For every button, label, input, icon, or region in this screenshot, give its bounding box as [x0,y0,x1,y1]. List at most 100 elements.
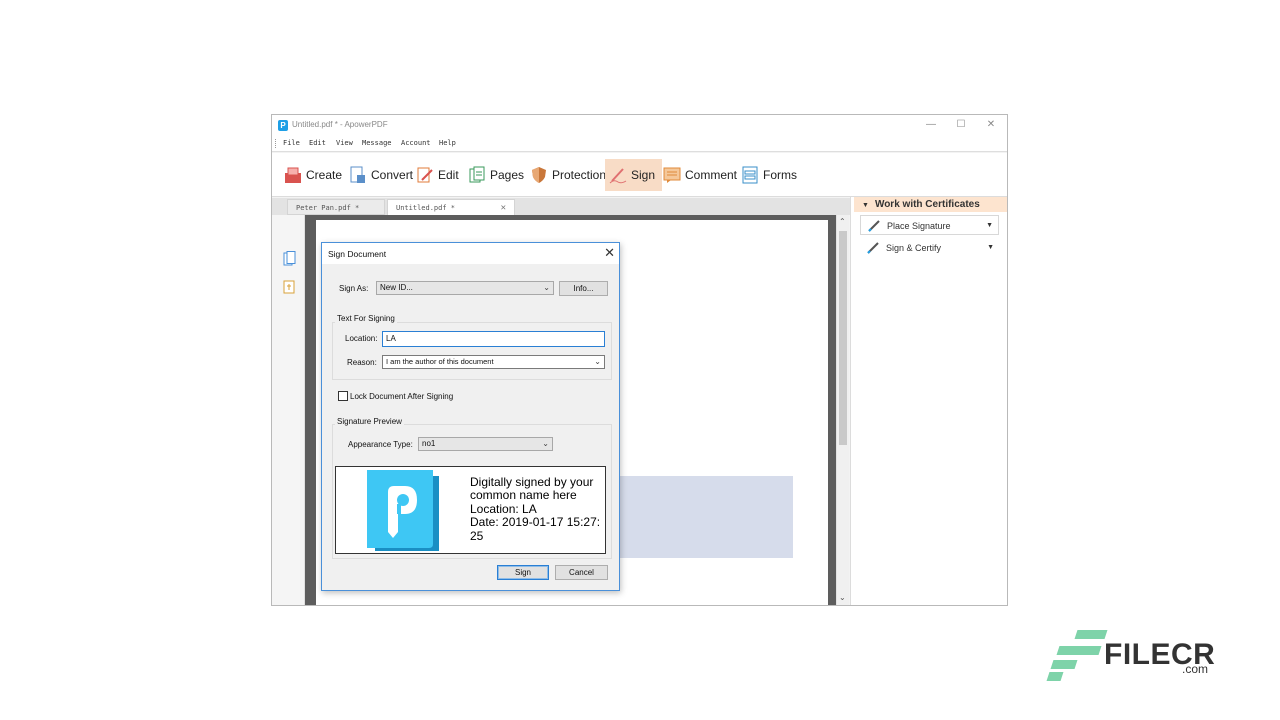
comment-label: Comment [685,168,737,182]
edit-label: Edit [438,168,459,182]
create-label: Create [306,168,342,182]
location-label: Location: [345,334,377,343]
panel-header-label: Work with Certificates [875,199,980,210]
sign-right-panel: ▼ Work with Certificates Place Signature … [850,197,1008,606]
work-with-certificates-header[interactable]: ▼ Work with Certificates [854,197,1007,212]
forms-label: Forms [763,168,797,182]
pages-button[interactable]: Pages [468,159,524,191]
menu-file[interactable]: File [283,139,300,147]
apowerpdf-logo-icon [367,470,439,551]
document-tabs: Peter Pan.pdf * Untitled.pdf * ✕ [272,198,850,215]
signature-preview-text: Digitally signed by your common name her… [470,476,605,543]
info-button[interactable]: Info... [559,281,608,296]
menu-help[interactable]: Help [439,139,456,147]
pen-icon [866,241,880,255]
pages-icon [468,166,486,184]
lock-document-label: Lock Document After Signing [350,392,453,401]
tab-label: Untitled.pdf * [396,204,455,212]
collapse-triangle-icon: ▼ [862,202,869,209]
watermark-logo-bar [1051,660,1078,669]
watermark-logo-bar [1047,672,1064,681]
pen-icon [867,219,881,233]
watermark-suffix: .com [1182,662,1208,676]
convert-icon [349,166,367,184]
sign-as-value: New ID... [380,283,413,292]
attachments-icon[interactable] [283,279,296,294]
convert-button[interactable]: Convert [349,159,413,191]
chevron-down-icon: ⌄ [542,438,549,450]
comment-button[interactable]: Comment [663,159,737,191]
close-tab-icon[interactable]: ✕ [501,200,506,216]
title-bar: P Untitled.pdf * - ApowerPDF — ☐ ✕ [272,115,1007,135]
sign-button[interactable]: Sign [605,159,662,191]
create-button[interactable]: Create [284,159,342,191]
reason-label: Reason: [347,358,377,367]
appearance-type-label: Appearance Type: [348,440,413,449]
minimize-button[interactable]: — [922,118,940,132]
protection-label: Protection [552,168,606,182]
reason-value: I am the author of this document [386,357,494,366]
text-for-signing-title: Text For Signing [335,314,397,323]
app-logo-icon: P [278,120,288,131]
tab-label: Peter Pan.pdf * [296,204,359,212]
tab-untitled[interactable]: Untitled.pdf * ✕ [387,199,515,215]
edit-button[interactable]: Edit [416,159,459,191]
preview-line: Location: LA [470,503,605,516]
comment-icon [663,166,681,184]
edit-icon [416,166,434,184]
sign-submit-button[interactable]: Sign [497,565,549,580]
location-field[interactable]: LA [382,331,605,347]
preview-line: Digitally signed by your [470,476,605,489]
place-signature-label: Place Signature [887,221,951,231]
forms-button[interactable]: Forms [741,159,797,191]
signature-field-placeholder [618,476,793,558]
lock-document-checkbox[interactable] [338,391,348,401]
scroll-thumb[interactable] [839,231,847,445]
protection-button[interactable]: Protection [530,159,606,191]
dropdown-arrow-icon[interactable]: ▼ [986,216,993,236]
appearance-type-value: no1 [422,439,435,448]
page-thumbnails-icon[interactable] [283,251,296,266]
chevron-down-icon: ⌄ [594,356,601,368]
dialog-title: Sign Document [328,249,386,259]
appearance-type-select[interactable]: no1 ⌄ [418,437,553,451]
signature-preview-box: Digitally signed by your common name her… [335,466,606,554]
sign-certify-label: Sign & Certify [886,243,941,253]
signature-preview-title: Signature Preview [335,417,404,426]
sign-certify-button[interactable]: Sign & Certify ▼ [860,238,999,258]
menu-bar: File Edit View Message Account Help [272,135,1007,152]
cancel-button[interactable]: Cancel [555,565,608,580]
dialog-title-bar: Sign Document ✕ [322,243,619,264]
sign-as-label: Sign As: [339,284,368,293]
window-title: Untitled.pdf * - ApowerPDF [292,120,388,129]
menu-edit[interactable]: Edit [309,139,326,147]
menu-account[interactable]: Account [401,139,431,147]
place-signature-button[interactable]: Place Signature ▼ [860,215,999,235]
sign-document-dialog: Sign Document ✕ Sign As: New ID... ⌄ Inf… [321,242,620,591]
create-icon [284,166,302,184]
reason-select[interactable]: I am the author of this document ⌄ [382,355,605,369]
pages-label: Pages [490,168,524,182]
convert-label: Convert [371,168,413,182]
close-window-button[interactable]: ✕ [982,118,1000,132]
preview-line: Date: 2019-01-17 15:27: [470,516,605,529]
main-toolbar: Create Convert Edit Pages [272,153,1007,197]
scroll-up-icon[interactable]: ⌃ [839,217,846,226]
preview-line: 25 [470,530,605,543]
forms-icon [741,166,759,184]
watermark-logo-bar [1057,646,1102,655]
sign-pen-icon [609,166,627,184]
filecr-watermark: FILECR .com [1046,628,1216,684]
scroll-down-icon[interactable]: ⌄ [839,593,846,602]
chevron-down-icon: ⌄ [543,282,550,294]
left-side-panel [272,215,305,606]
dialog-close-icon[interactable]: ✕ [604,245,615,261]
tab-peter-pan[interactable]: Peter Pan.pdf * [287,199,385,215]
sign-as-select[interactable]: New ID... ⌄ [376,281,554,295]
dropdown-arrow-icon[interactable]: ▼ [987,238,994,258]
preview-line: common name here [470,489,605,502]
maximize-button[interactable]: ☐ [952,118,970,132]
menu-message[interactable]: Message [362,139,392,147]
menu-view[interactable]: View [336,139,353,147]
vertical-scrollbar[interactable]: ⌃ ⌄ [836,215,849,606]
